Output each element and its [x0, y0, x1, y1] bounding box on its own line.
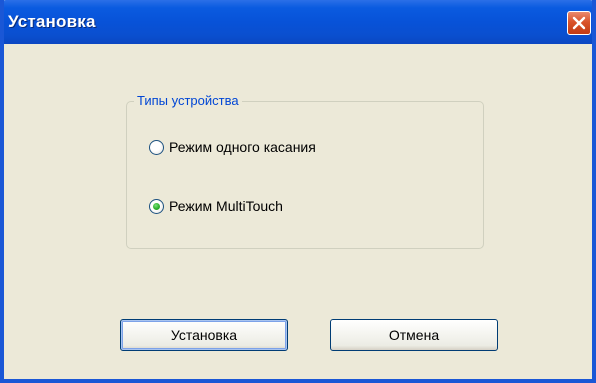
radio-single-touch-circle[interactable]	[149, 139, 164, 155]
title-bar[interactable]: Установка	[4, 0, 592, 44]
radio-selected-dot	[153, 202, 160, 210]
device-types-group: Типы устройства Режим одного касания Реж…	[126, 93, 484, 249]
setup-dialog: Установка Типы устройства Режим одного к…	[0, 0, 596, 383]
close-button[interactable]	[567, 11, 591, 35]
radio-multitouch-label[interactable]: Режим MultiTouch	[169, 198, 283, 214]
radio-multitouch[interactable]: Режим MultiTouch	[149, 198, 283, 214]
window-title: Установка	[8, 12, 96, 31]
radio-multitouch-circle[interactable]	[149, 198, 164, 214]
dialog-body: Типы устройства Режим одного касания Реж…	[4, 44, 592, 379]
install-button[interactable]: Установка	[120, 319, 288, 351]
cancel-button[interactable]: Отмена	[330, 319, 498, 351]
radio-single-touch[interactable]: Режим одного касания	[149, 139, 316, 155]
radio-single-touch-label[interactable]: Режим одного касания	[169, 139, 316, 155]
close-x-icon	[572, 16, 586, 30]
device-types-legend: Типы устройства	[134, 93, 242, 109]
